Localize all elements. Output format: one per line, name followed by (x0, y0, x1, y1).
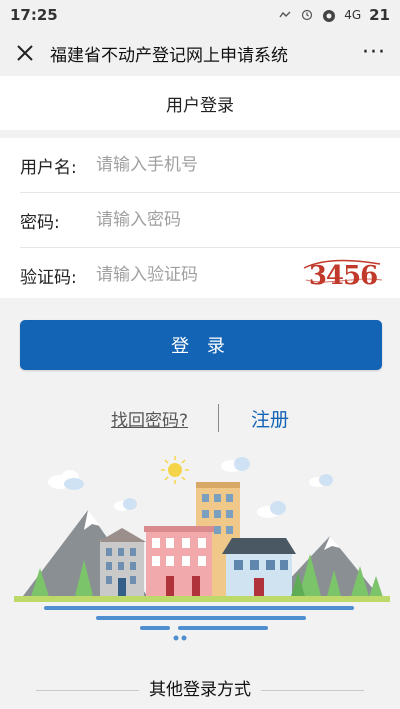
cloud-icon (257, 501, 286, 518)
cloud-icon (114, 498, 137, 511)
captcha-input[interactable] (96, 260, 296, 290)
forgot-password-link[interactable]: 找回密码? (111, 406, 188, 431)
sun-icon (161, 456, 189, 484)
register-link[interactable]: 注册 (251, 405, 289, 432)
cloud-icon (309, 474, 333, 487)
other-login-section: 其他登录方式 (0, 672, 400, 702)
username-input[interactable] (96, 150, 296, 180)
status-icons: 4G 21 (278, 6, 390, 24)
close-icon[interactable] (14, 42, 36, 64)
captcha-label: 验证码: (20, 267, 77, 288)
battery-level: 21 (369, 6, 390, 24)
nav-title: 福建省不动产登记网上申请系统 (50, 45, 288, 66)
alarm-icon (300, 9, 314, 21)
nav-bar: 福建省不动产登记网上申请系统 ··· (0, 30, 400, 76)
other-login-label: 其他登录方式 (139, 674, 261, 700)
password-input[interactable] (96, 205, 296, 235)
status-time: 17:25 (10, 6, 58, 24)
status-bar: 17:25 4G 21 (0, 0, 400, 30)
water (44, 606, 354, 641)
city-illustration (14, 456, 390, 641)
cloud-icon (221, 457, 250, 472)
page-title: 用户登录 (0, 76, 400, 130)
login-button[interactable]: 登 录 (20, 320, 382, 370)
cloud-icon (48, 470, 84, 490)
password-label: 密码: (20, 212, 60, 233)
sync-icon (322, 9, 336, 22)
ground (14, 596, 390, 602)
link-separator (218, 404, 219, 432)
captcha-text: 3456 (309, 261, 377, 291)
building (222, 538, 296, 554)
more-menu-button[interactable]: ··· (362, 42, 386, 64)
captcha-row: 验证码: 3456 (0, 248, 400, 302)
username-label: 用户名: (20, 157, 77, 178)
network-label: 4G (344, 8, 362, 22)
login-form: 用户名: 密码: 验证码: 3456 (0, 138, 400, 298)
password-row: 密码: (0, 193, 400, 247)
auth-links: 找回密码? 注册 (0, 400, 400, 436)
captcha-image[interactable]: 3456 (300, 250, 386, 296)
username-row: 用户名: (0, 138, 400, 192)
notification-icon (278, 9, 292, 21)
